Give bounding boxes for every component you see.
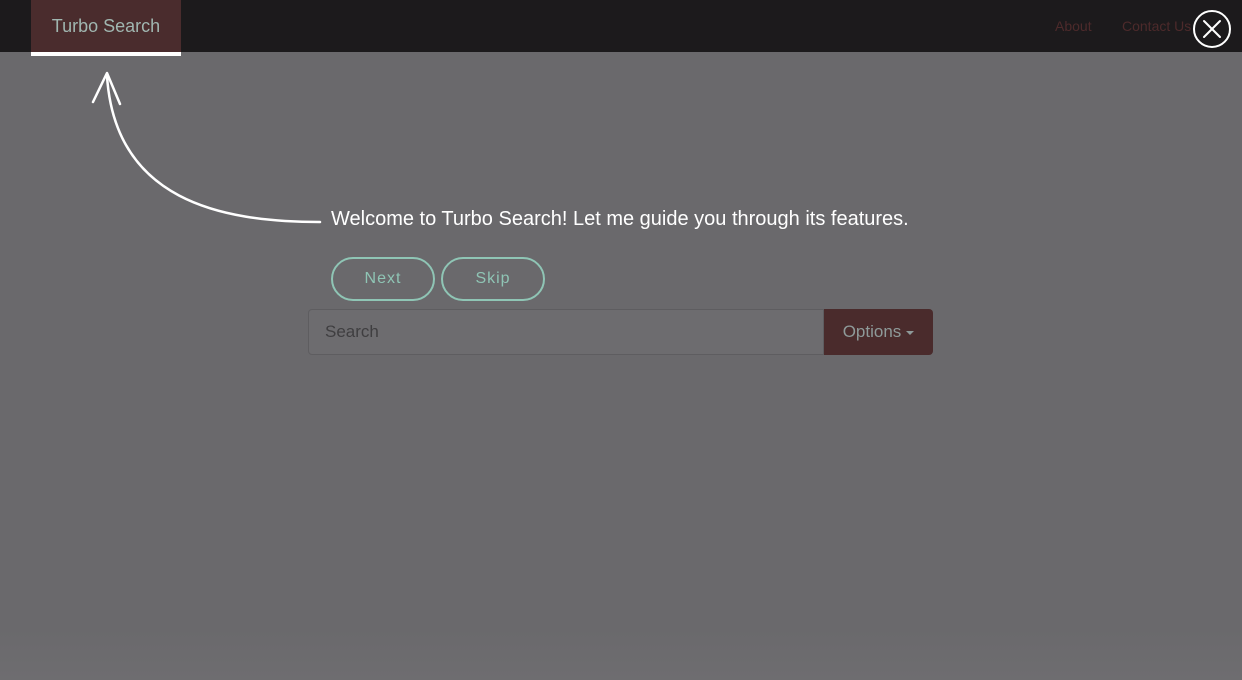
options-label: Options [842,322,902,341]
tour-welcome-message: Welcome to Turbo Search! Let me guide yo… [331,208,909,230]
curved-arrow-icon [91,71,322,224]
tour-skip-button[interactable]: Skip [441,257,545,301]
tour-next-button[interactable]: Next [331,257,435,301]
search-group: Options [308,309,933,355]
caret-down-icon [906,330,915,335]
options-dropdown-button[interactable]: Options [824,309,933,355]
search-input[interactable] [308,309,824,355]
footer-area [0,628,1242,680]
tour-close-button[interactable] [1193,10,1231,48]
nav-link-about[interactable]: About [1055,18,1092,34]
nav-link-contact[interactable]: Contact Us [1122,18,1191,34]
close-icon [1203,20,1221,38]
